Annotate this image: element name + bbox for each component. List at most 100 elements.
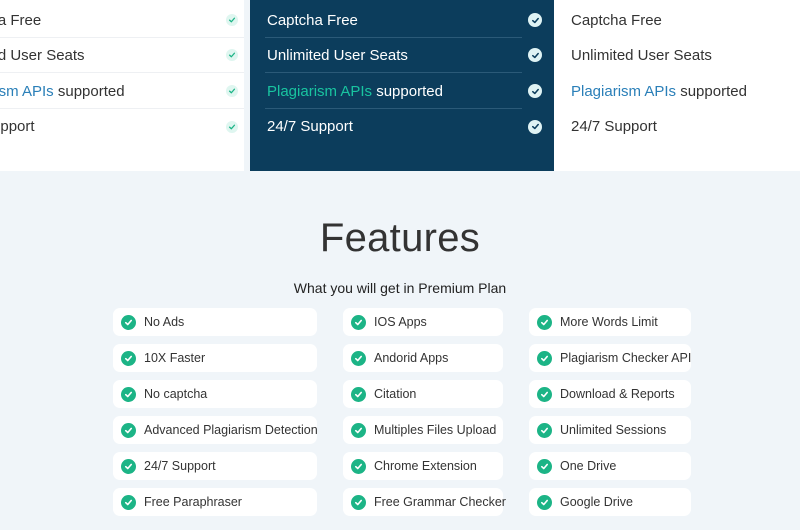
feature-item: Citation	[343, 380, 503, 408]
feature-item: IOS Apps	[343, 308, 503, 336]
check-icon	[528, 13, 542, 27]
check-circle-icon	[121, 314, 136, 330]
plan-feature-label: Plagiarism APIs supported	[267, 83, 443, 100]
plan-feature-label: arism APIs supported	[0, 83, 125, 100]
feature-item: Multiples Files Upload	[343, 416, 503, 444]
check-circle-icon	[121, 494, 136, 510]
check-circle-icon	[121, 350, 136, 366]
plan-feature-row: ited User Seats	[0, 38, 244, 73]
plan-feature-label: cha Free	[0, 11, 42, 29]
plan-feature-label: Captcha Free	[267, 11, 358, 29]
plan-feature-suffix: supported	[372, 82, 443, 100]
pricing-card-basic: cha Free ited User Seats arism APIs supp…	[0, 0, 244, 171]
feature-item: Google Drive	[529, 488, 691, 516]
check-circle-icon	[351, 314, 366, 330]
feature-label: No Ads	[144, 315, 185, 329]
plan-feature-label: Captcha Free	[571, 12, 662, 29]
check-circle-icon	[537, 458, 552, 474]
check-circle-icon	[537, 422, 552, 438]
pricing-cards: cha Free ited User Seats arism APIs supp…	[0, 0, 800, 171]
feature-label: Plagiarism Checker API	[560, 351, 692, 365]
check-circle-icon	[121, 422, 136, 438]
check-circle-icon	[121, 458, 136, 474]
check-circle-icon	[351, 422, 366, 438]
feature-label: Free Paraphraser	[144, 495, 242, 509]
plan-feature-row: arism APIs supported	[0, 74, 244, 109]
feature-item: Free Paraphraser	[113, 488, 317, 516]
plan-feature-row: Captcha Free	[265, 3, 542, 38]
check-circle-icon	[351, 386, 366, 402]
plagiarism-apis-link[interactable]: arism APIs	[0, 83, 54, 100]
plan-feature-label: 24/7 Support	[571, 118, 657, 135]
feature-label: Multiples Files Upload	[374, 423, 497, 437]
feature-item: Plagiarism Checker API	[529, 344, 691, 372]
check-circle-icon	[537, 386, 552, 402]
features-column-2: IOS Apps Andorid Apps Citation Multiples…	[343, 308, 506, 524]
feature-label: Advanced Plagiarism Detection	[144, 423, 318, 437]
feature-item: No Ads	[113, 308, 317, 336]
feature-label: 10X Faster	[144, 351, 206, 365]
check-circle-icon	[537, 314, 552, 330]
feature-label: Download & Reports	[560, 387, 675, 401]
plan-feature-row: Unlimited User Seats	[265, 38, 542, 73]
feature-label: Citation	[374, 387, 417, 401]
feature-item: Advanced Plagiarism Detection	[113, 416, 318, 444]
feature-label: No captcha	[144, 387, 208, 401]
check-circle-icon	[351, 458, 366, 474]
feature-label: Unlimited Sessions	[560, 423, 667, 437]
feature-label: IOS Apps	[374, 315, 427, 329]
feature-label: One Drive	[560, 459, 617, 473]
check-circle-icon	[121, 386, 136, 402]
plan-feature-row: Support	[0, 109, 244, 144]
pricing-card-enterprise: Captcha Free Unlimited User Seats Plagia…	[554, 0, 800, 171]
feature-label: Andorid Apps	[374, 351, 449, 365]
check-icon	[528, 48, 542, 62]
plan-feature-label: Unlimited User Seats	[267, 46, 408, 64]
plan-feature-row: Plagiarism APIs supported	[265, 74, 542, 109]
check-icon	[528, 84, 542, 98]
feature-label: Google Drive	[560, 495, 633, 509]
feature-item: 10X Faster	[113, 344, 317, 372]
plan-feature-label: Unlimited User Seats	[571, 47, 712, 64]
feature-item: Download & Reports	[529, 380, 691, 408]
plagiarism-apis-link[interactable]: Plagiarism APIs	[267, 83, 372, 100]
plagiarism-apis-link[interactable]: Plagiarism APIs	[571, 83, 676, 100]
plan-feature-label: Support	[0, 118, 35, 135]
feature-label: Free Grammar Checker	[374, 495, 506, 509]
features-subtitle: What you will get in Premium Plan	[293, 280, 507, 296]
features-column-3: More Words Limit Plagiarism Checker API …	[529, 308, 691, 524]
check-icon	[226, 14, 238, 26]
check-icon	[226, 49, 238, 61]
feature-label: More Words Limit	[560, 315, 658, 329]
feature-item: One Drive	[529, 452, 691, 480]
check-icon	[528, 119, 542, 134]
plan-feature-row: Unlimited User Seats	[554, 38, 800, 73]
feature-item: Free Grammar Checker	[343, 488, 506, 516]
plan-feature-label: Plagiarism APIs supported	[571, 83, 747, 100]
check-icon	[226, 85, 238, 97]
plan-feature-row: Captcha Free	[554, 3, 800, 38]
plan-feature-row: 24/7 Support	[554, 109, 800, 144]
feature-item: No captcha	[113, 380, 317, 408]
feature-item: Chrome Extension	[343, 452, 503, 480]
plan-feature-label: ited User Seats	[0, 46, 85, 64]
features-heading: Features	[319, 216, 481, 260]
check-circle-icon	[537, 494, 552, 510]
feature-label: 24/7 Support	[144, 459, 216, 473]
plan-feature-label: 24/7 Support	[267, 118, 353, 135]
plan-feature-row: 24/7 Support	[265, 109, 542, 144]
plan-feature-suffix: supported	[53, 82, 125, 100]
feature-item: 24/7 Support	[113, 452, 317, 480]
plan-feature-suffix: supported	[676, 83, 747, 100]
feature-item: More Words Limit	[529, 308, 691, 336]
feature-label: Chrome Extension	[374, 459, 477, 473]
feature-item: Unlimited Sessions	[529, 416, 691, 444]
check-circle-icon	[351, 350, 366, 366]
pricing-card-premium: Captcha Free Unlimited User Seats Plagia…	[250, 0, 554, 171]
check-circle-icon	[537, 350, 552, 366]
plan-feature-row: cha Free	[0, 3, 244, 38]
feature-item: Andorid Apps	[343, 344, 503, 372]
check-icon	[226, 120, 238, 133]
plan-feature-row: Plagiarism APIs supported	[554, 74, 800, 109]
check-circle-icon	[351, 494, 366, 510]
